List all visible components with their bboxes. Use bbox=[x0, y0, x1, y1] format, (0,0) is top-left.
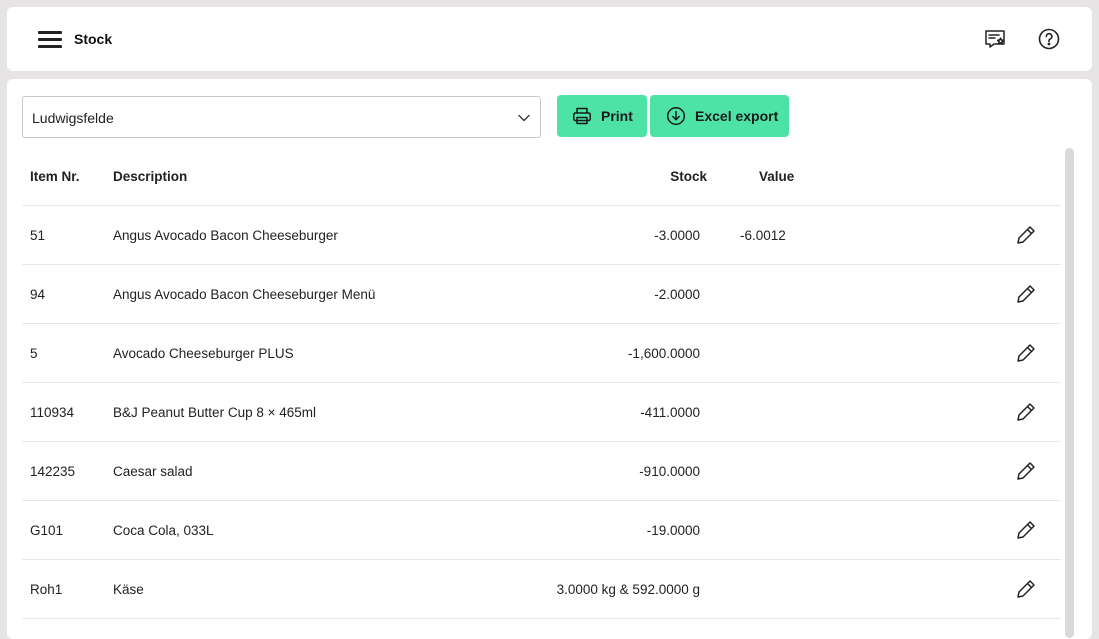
stock-cell: -3.0000 bbox=[654, 228, 700, 243]
description-cell: Coca Cola, 033L bbox=[113, 523, 214, 538]
table-row: G101 Coca Cola, 033L -19.0000 bbox=[22, 501, 1061, 560]
column-header-value[interactable]: Value bbox=[759, 169, 794, 184]
edit-pencil-icon[interactable] bbox=[1015, 460, 1037, 482]
table-row: 51 Angus Avocado Bacon Cheeseburger -3.0… bbox=[22, 206, 1061, 265]
table-row: 5 Avocado Cheeseburger PLUS -1,600.0000 bbox=[22, 324, 1061, 383]
column-header-stock[interactable]: Stock bbox=[670, 169, 707, 184]
description-cell: Avocado Cheeseburger PLUS bbox=[113, 346, 294, 361]
stock-cell: -1,600.0000 bbox=[627, 346, 700, 361]
description-cell: B&J Peanut Butter Cup 8 × 465ml bbox=[113, 405, 316, 420]
item-nr-cell: Roh1 bbox=[30, 582, 63, 597]
item-nr-cell: G101 bbox=[30, 523, 64, 538]
description-cell: Angus Avocado Bacon Cheeseburger bbox=[113, 228, 338, 243]
item-nr-cell: 94 bbox=[30, 287, 46, 302]
table-row: Roh1 Käse 3.0000 kg & 592.0000 g bbox=[22, 560, 1061, 619]
table-scrollbar[interactable] bbox=[1065, 148, 1074, 638]
item-nr-cell: 51 bbox=[30, 228, 46, 243]
feedback-star-icon[interactable] bbox=[983, 27, 1007, 51]
edit-pencil-icon[interactable] bbox=[1015, 519, 1037, 541]
stock-cell: -411.0000 bbox=[640, 405, 700, 420]
table-header-row: Item Nr. Description Stock Value bbox=[22, 148, 1061, 206]
description-cell: Caesar salad bbox=[113, 464, 193, 479]
stock-cell: -19.0000 bbox=[646, 523, 700, 538]
item-nr-cell: 142235 bbox=[30, 464, 76, 479]
edit-pencil-icon[interactable] bbox=[1015, 578, 1037, 600]
description-cell: Angus Avocado Bacon Cheeseburger Menü bbox=[113, 287, 376, 302]
item-nr-cell: 110934 bbox=[30, 405, 75, 420]
stock-cell: 3.0000 kg & 592.0000 g bbox=[556, 582, 700, 597]
print-button[interactable]: Print bbox=[557, 95, 647, 137]
download-circle-icon bbox=[666, 106, 686, 126]
top-bar: Stock bbox=[7, 7, 1092, 71]
hamburger-menu-icon[interactable] bbox=[38, 31, 62, 48]
printer-icon bbox=[573, 107, 591, 125]
chevron-down-icon bbox=[518, 114, 530, 122]
edit-pencil-icon[interactable] bbox=[1015, 224, 1037, 246]
location-select[interactable]: Ludwigsfelde bbox=[22, 96, 541, 138]
page-title: Stock bbox=[74, 31, 113, 47]
excel-export-button-label: Excel export bbox=[695, 108, 779, 124]
edit-pencil-icon[interactable] bbox=[1015, 342, 1037, 364]
edit-pencil-icon[interactable] bbox=[1015, 283, 1037, 305]
stock-cell: -910.0000 bbox=[639, 464, 700, 479]
column-header-description[interactable]: Description bbox=[113, 169, 187, 184]
column-header-item-nr[interactable]: Item Nr. bbox=[30, 169, 80, 184]
table-row: 110934 B&J Peanut Butter Cup 8 × 465ml -… bbox=[22, 383, 1061, 442]
table-row: 142235 Caesar salad -910.0000 bbox=[22, 442, 1061, 501]
item-nr-cell: 5 bbox=[30, 346, 38, 361]
table-row: 94 Angus Avocado Bacon Cheeseburger Menü… bbox=[22, 265, 1061, 324]
print-button-label: Print bbox=[601, 108, 633, 124]
stock-panel: Ludwigsfelde Print Excel export Item Nr.… bbox=[7, 79, 1092, 639]
excel-export-button[interactable]: Excel export bbox=[650, 95, 789, 137]
location-select-value: Ludwigsfelde bbox=[32, 110, 114, 126]
stock-cell: -2.0000 bbox=[654, 287, 700, 302]
edit-pencil-icon[interactable] bbox=[1015, 401, 1037, 423]
help-circle-icon[interactable] bbox=[1037, 27, 1061, 51]
description-cell: Käse bbox=[113, 582, 144, 597]
stock-table: Item Nr. Description Stock Value 51 Angu… bbox=[22, 148, 1061, 619]
value-cell: -6.0012 bbox=[740, 228, 786, 243]
